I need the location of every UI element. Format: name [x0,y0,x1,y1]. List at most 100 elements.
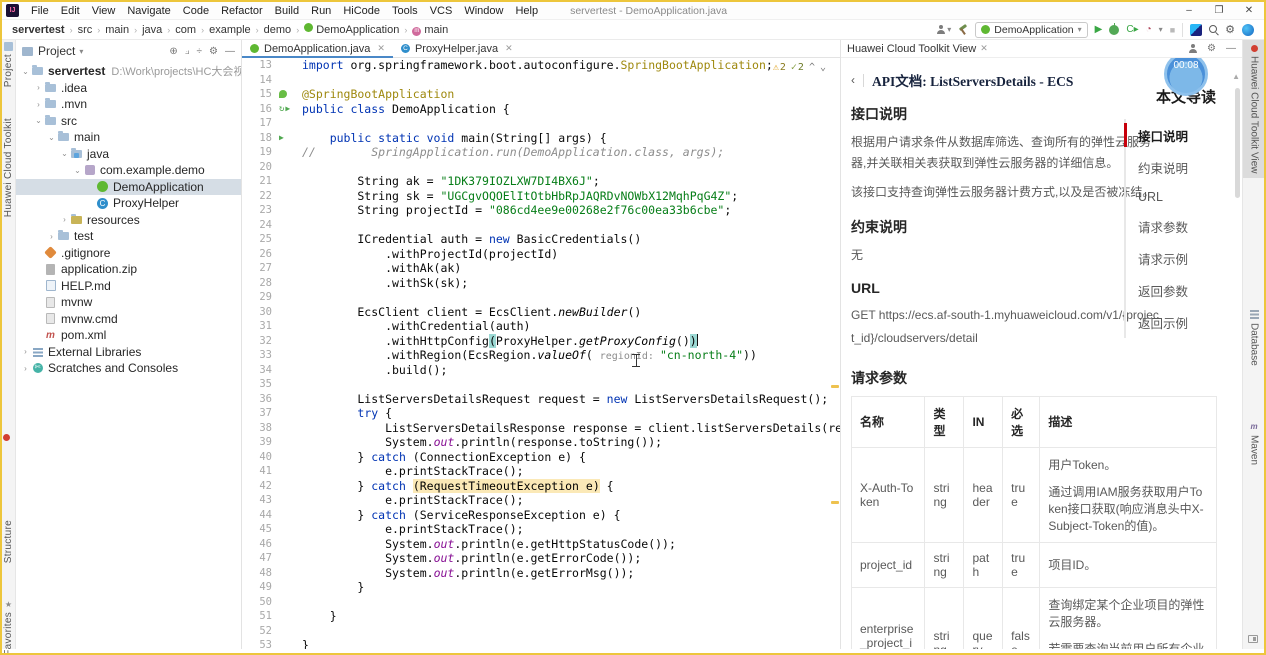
user-account-icon[interactable]: ▾ [936,25,951,34]
toc-item[interactable]: 返回示例 [1126,306,1216,338]
hicode-icon[interactable] [1190,23,1203,36]
profiler-button[interactable]: ◔ [1146,24,1152,35]
breadcrumb-item-servertest[interactable]: servertest [10,24,67,36]
menu-file[interactable]: File [25,2,55,20]
breadcrumb-item-demo[interactable]: demo [262,24,294,36]
layout-corner-icon[interactable] [1248,635,1258,643]
breadcrumb-item-java[interactable]: java [140,24,164,36]
tree-item--mvn[interactable]: › .mvn [16,96,241,113]
breadcrumb-item-com[interactable]: com [173,24,198,36]
close-tab-icon[interactable]: ✕ [505,43,513,54]
locate-file-icon[interactable]: ⊕ [169,46,177,57]
rerun-icon[interactable]: ↻ [279,102,284,117]
tree-item--idea[interactable]: › .idea [16,80,241,97]
run-coverage-button[interactable]: C▸ [1126,24,1138,35]
tree-item-external-libraries[interactable]: › External Libraries [16,344,241,361]
tree-item-com-example-demo[interactable]: ⌄ com.example.demo [16,162,241,179]
spring-bean-icon[interactable] [279,90,287,99]
code-line-31[interactable]: 31 .withCredential(auth) [242,319,840,334]
close-icon[interactable]: ✕ [980,43,988,54]
breadcrumb-item-example[interactable]: example [207,24,253,36]
code-line-20[interactable]: 20 [242,160,840,175]
menu-navigate[interactable]: Navigate [121,2,176,20]
tree-item-proxyhelper[interactable]: C ProxyHelper [16,195,241,212]
editor-tab-demoapplication-java[interactable]: DemoApplication.java ✕ [242,40,393,58]
chevron-right-icon[interactable]: › [33,100,44,109]
chevron-right-icon[interactable]: › [59,215,70,224]
code-line-43[interactable]: 43 e.printStackTrace(); [242,493,840,508]
prev-issue-arrow-icon[interactable]: ^ [809,61,815,76]
toolkit-tab-label[interactable]: Huawei Cloud Toolkit View [847,43,976,55]
menu-hicode[interactable]: HiCode [337,2,386,20]
run-configuration-select[interactable]: DemoApplication ▾ [975,21,1088,38]
hide-toolkit-icon[interactable]: — [1226,43,1236,54]
code-line-30[interactable]: 30 EcsClient client = EcsClient.newBuild… [242,305,840,320]
chevron-down-icon[interactable]: ⌄ [46,133,57,142]
chevron-down-icon[interactable]: ▾ [1159,25,1163,34]
code-line-15[interactable]: 15 @SpringBootApplication [242,87,840,102]
toc-item[interactable]: 接口说明 [1124,119,1216,151]
code-line-17[interactable]: 17 [242,116,840,131]
code-line-22[interactable]: 22 String sk = "UGCgvOQOElItOtbHbRpJAQRD… [242,189,840,204]
stop-button[interactable]: ■ [1170,25,1175,35]
next-issue-arrow-icon[interactable]: ⌄ [820,61,826,76]
code-line-27[interactable]: 27 .withAk(ak) [242,261,840,276]
menu-build[interactable]: Build [269,2,305,20]
hide-panel-icon[interactable]: — [225,46,235,57]
close-button[interactable]: ✕ [1234,2,1264,20]
chevron-right-icon[interactable]: › [33,83,44,92]
tool-window-structure[interactable]: Structure [3,520,14,563]
code-line-14[interactable]: 14 [242,73,840,88]
tree-item-test[interactable]: › test [16,228,241,245]
code-line-21[interactable]: 21 String ak = "1DK379IOZLXW7DI4BX6J"; [242,174,840,189]
menu-tools[interactable]: Tools [386,2,424,20]
search-everywhere-icon[interactable] [1209,25,1218,34]
breadcrumb-item-main[interactable]: main [103,24,131,36]
account-icon[interactable] [1188,44,1197,53]
menu-code[interactable]: Code [177,2,215,20]
code-line-26[interactable]: 26 .withProjectId(projectId) [242,247,840,262]
toc-item[interactable]: 约束说明 [1126,151,1216,183]
menu-edit[interactable]: Edit [55,2,86,20]
code-line-50[interactable]: 50 [242,595,840,610]
code-line-16[interactable]: 16 ↻ ▶ public class DemoApplication { [242,102,840,117]
code-line-36[interactable]: 36 ListServersDetailsRequest request = n… [242,392,840,407]
code-line-32[interactable]: 32 .withHttpConfig(ProxyHelper.getProxyC… [242,333,840,349]
tree-item-servertest[interactable]: ⌄ servertest D:\Work\projects\HC大会视频\serve… [16,63,241,80]
menu-run[interactable]: Run [305,2,337,20]
code-line-41[interactable]: 41 e.printStackTrace(); [242,464,840,479]
close-tab-icon[interactable]: ✕ [377,43,385,54]
breadcrumb-item-src[interactable]: src [76,24,95,36]
tool-window-huawei-cloud-toolkit[interactable]: Huawei Cloud Toolkit [3,118,14,217]
collapse-all-icon[interactable]: ÷ [197,46,203,57]
tool-window-project[interactable]: Project [3,42,14,87]
code-line-35[interactable]: 35 [242,377,840,392]
chevron-right-icon[interactable]: › [20,347,31,356]
chevron-down-icon[interactable]: ⌄ [20,67,31,76]
chevron-down-icon[interactable]: ⌄ [72,166,83,175]
tool-window-favorites[interactable]: ★ Favorites [3,600,14,653]
code-line-29[interactable]: 29 [242,290,840,305]
code-line-28[interactable]: 28 .withSk(sk); [242,276,840,291]
tree-item-application-zip[interactable]: application.zip [16,261,241,278]
settings-gear-icon[interactable]: ⚙ [1225,23,1235,36]
chevron-down-icon[interactable]: ⌄ [59,149,70,158]
huawei-cloud-icon[interactable] [1242,23,1254,36]
code-line-49[interactable]: 49 } [242,580,840,595]
right-strip-maven[interactable]: m Maven [1243,417,1264,470]
tree-item-resources[interactable]: › resources [16,212,241,229]
chevron-right-icon[interactable]: › [46,232,57,241]
menu-refactor[interactable]: Refactor [215,2,269,20]
toc-item[interactable]: 返回参数 [1126,274,1216,306]
expand-all-icon[interactable]: ⟓ [185,46,190,57]
code-line-40[interactable]: 40 } catch (ConnectionException e) { [242,450,840,465]
panel-scrollbar[interactable] [1235,88,1240,198]
code-line-53[interactable]: 53} [242,638,840,649]
tree-item-main[interactable]: ⌄ main [16,129,241,146]
menu-window[interactable]: Window [458,2,509,20]
code-line-37[interactable]: 37 try { [242,406,840,421]
code-line-34[interactable]: 34 .build(); [242,363,840,378]
code-line-44[interactable]: 44 } catch (ServiceResponseException e) … [242,508,840,523]
toc-item[interactable]: 请求参数 [1126,210,1216,242]
toolkit-settings-gear-icon[interactable]: ⚙ [1207,43,1216,54]
